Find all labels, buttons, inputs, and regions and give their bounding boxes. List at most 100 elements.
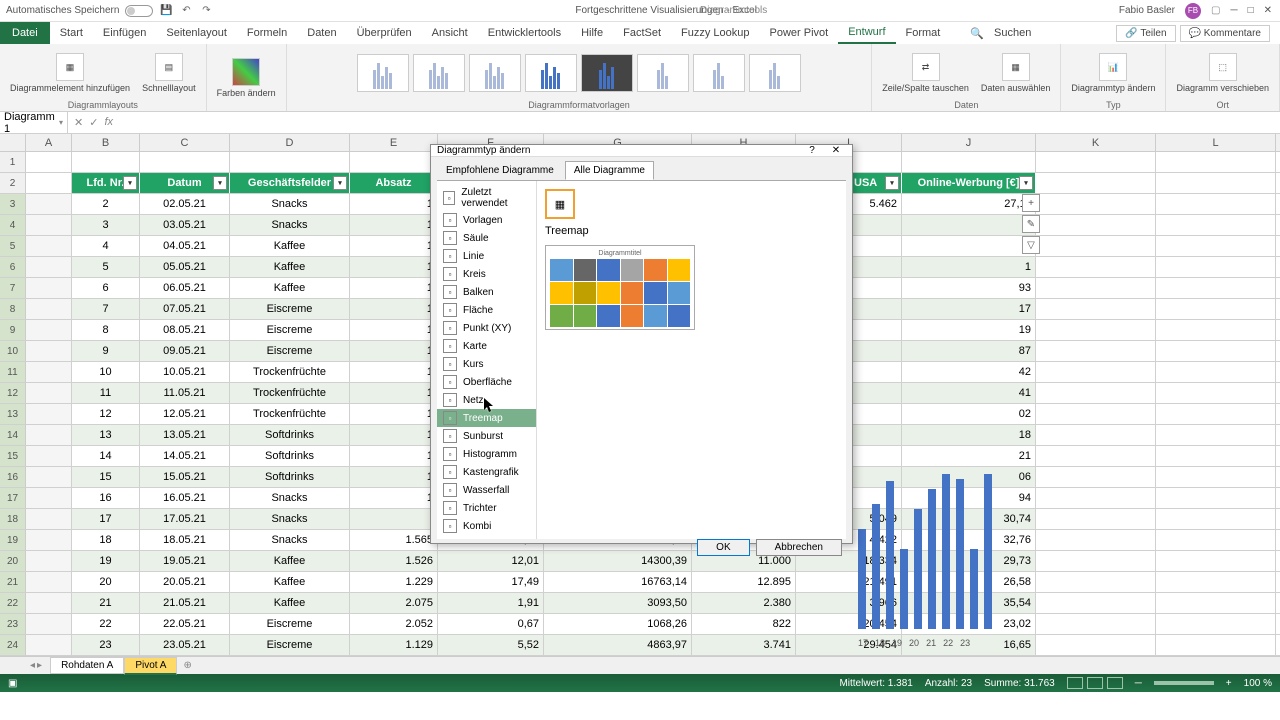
tab-fuzzy[interactable]: Fuzzy Lookup: [671, 23, 759, 43]
sheet-tab-rohdaten[interactable]: Rohdaten A: [50, 657, 124, 674]
tab-hilfe[interactable]: Hilfe: [571, 23, 613, 43]
select-all-corner[interactable]: [0, 134, 26, 151]
tab-formeln[interactable]: Formeln: [237, 23, 297, 43]
add-sheet-icon[interactable]: ⊕: [177, 660, 197, 671]
zoom-level[interactable]: 100 %: [1244, 678, 1272, 689]
chart-type-item[interactable]: ▫Vorlagen: [437, 211, 536, 229]
chart-style-8[interactable]: [749, 54, 801, 92]
col-header[interactable]: J: [902, 134, 1036, 151]
chart-filter-button[interactable]: ▽: [1022, 236, 1040, 254]
chart-style-5[interactable]: [581, 54, 633, 92]
col-header[interactable]: C: [140, 134, 230, 151]
minimize-icon[interactable]: ─: [1230, 5, 1237, 16]
maximize-icon[interactable]: □: [1248, 5, 1254, 16]
zoom-out-icon[interactable]: ─: [1135, 678, 1142, 689]
change-colors-button[interactable]: Farben ändern: [213, 56, 280, 100]
chart-type-item[interactable]: ▫Kombi: [437, 517, 536, 535]
tab-entwicklertools[interactable]: Entwicklertools: [478, 23, 571, 43]
avatar[interactable]: FB: [1185, 3, 1201, 19]
record-macro-icon[interactable]: ▣: [8, 678, 17, 689]
chart-type-item[interactable]: ▫Säule: [437, 229, 536, 247]
undo-icon[interactable]: ↶: [179, 4, 193, 18]
file-tab[interactable]: Datei: [0, 22, 50, 44]
search-label[interactable]: Suchen: [984, 23, 1041, 43]
chart-styles-button[interactable]: ✎: [1022, 215, 1040, 233]
ok-button[interactable]: OK: [697, 539, 749, 556]
change-chart-type-button[interactable]: 📊Diagrammtyp ändern: [1067, 51, 1159, 95]
col-header[interactable]: E: [350, 134, 438, 151]
chart-type-item[interactable]: ▫Kastengrafik: [437, 463, 536, 481]
fx-icon[interactable]: fx: [104, 116, 113, 129]
tab-factset[interactable]: FactSet: [613, 23, 671, 43]
name-box[interactable]: Diagramm 1▾: [0, 111, 68, 135]
tab-ueberpruefen[interactable]: Überprüfen: [347, 23, 422, 43]
chart-style-7[interactable]: [693, 54, 745, 92]
tab-daten[interactable]: Daten: [297, 23, 346, 43]
chart-type-item[interactable]: ▫Karte: [437, 337, 536, 355]
cancel-button[interactable]: Abbrechen: [756, 539, 842, 556]
switch-row-col-button[interactable]: ⇄Zeile/Spalte tauschen: [878, 51, 973, 95]
tab-entwurf[interactable]: Entwurf: [838, 22, 895, 44]
chart-type-item[interactable]: ▫Netz: [437, 391, 536, 409]
autosave-toggle[interactable]: [125, 5, 153, 17]
select-data-button[interactable]: ▦Daten auswählen: [977, 51, 1055, 95]
ribbon-options-icon[interactable]: ▢: [1211, 5, 1220, 16]
chart-subtype-treemap[interactable]: ▦: [545, 189, 575, 219]
zoom-slider[interactable]: [1154, 681, 1214, 685]
redo-icon[interactable]: ↷: [199, 4, 213, 18]
sheet-nav-next-icon[interactable]: ▸: [37, 660, 42, 671]
tab-powerpivot[interactable]: Power Pivot: [760, 23, 839, 43]
col-header[interactable]: K: [1036, 134, 1156, 151]
chart-type-item[interactable]: ▫Balken: [437, 283, 536, 301]
chart-elements-button[interactable]: +: [1022, 194, 1040, 212]
move-chart-button[interactable]: ⬚Diagramm verschieben: [1172, 51, 1273, 95]
col-header[interactable]: D: [230, 134, 350, 151]
chart-type-list: ▫Zuletzt verwendet▫Vorlagen▫Säule▫Linie▫…: [437, 181, 537, 539]
close-icon[interactable]: ✕: [1264, 5, 1272, 16]
chart-type-item[interactable]: ▫Sunburst: [437, 427, 536, 445]
dialog-close-icon[interactable]: ✕: [826, 145, 846, 156]
add-chart-element-button[interactable]: ▦Diagrammelement hinzufügen: [6, 51, 134, 95]
chart-type-item[interactable]: ▫Oberfläche: [437, 373, 536, 391]
chart-type-item[interactable]: ▫Fläche: [437, 301, 536, 319]
chart-style-6[interactable]: [637, 54, 689, 92]
chart-style-2[interactable]: [413, 54, 465, 92]
chart-type-item[interactable]: ▫Kurs: [437, 355, 536, 373]
chart-type-item[interactable]: ▫Wasserfall: [437, 481, 536, 499]
chart-type-item[interactable]: ▫Linie: [437, 247, 536, 265]
chart-style-3[interactable]: [469, 54, 521, 92]
chart-type-item[interactable]: ▫Histogramm: [437, 445, 536, 463]
view-normal-icon[interactable]: [1067, 677, 1083, 689]
view-layout-icon[interactable]: [1087, 677, 1103, 689]
col-header[interactable]: B: [72, 134, 140, 151]
view-break-icon[interactable]: [1107, 677, 1123, 689]
zoom-in-icon[interactable]: +: [1226, 678, 1232, 689]
cancel-formula-icon[interactable]: ✕: [74, 116, 83, 129]
chart-type-item[interactable]: ▫Zuletzt verwendet: [437, 185, 536, 211]
chart-style-4[interactable]: [525, 54, 577, 92]
tab-seitenlayout[interactable]: Seitenlayout: [156, 23, 237, 43]
dialog-tab-all[interactable]: Alle Diagramme: [565, 161, 654, 180]
sheet-nav-prev-icon[interactable]: ◂: [30, 660, 35, 671]
quick-layout-button[interactable]: ▤Schnelllayout: [138, 51, 200, 95]
col-header[interactable]: A: [26, 134, 72, 151]
dialog-tab-recommended[interactable]: Empfohlene Diagramme: [437, 161, 563, 180]
tab-ansicht[interactable]: Ansicht: [422, 23, 478, 43]
comments-button[interactable]: 💬 Kommentare: [1180, 25, 1270, 42]
save-icon[interactable]: 💾: [159, 4, 173, 18]
dialog-help-icon[interactable]: ?: [802, 145, 822, 156]
accept-formula-icon[interactable]: ✓: [89, 116, 98, 129]
tab-einfuegen[interactable]: Einfügen: [93, 23, 156, 43]
chart-type-item[interactable]: ▫Kreis: [437, 265, 536, 283]
formula-bar: Diagramm 1▾ ✕ ✓ fx: [0, 112, 1280, 134]
tab-start[interactable]: Start: [50, 23, 93, 43]
share-button[interactable]: 🔗 Teilen: [1116, 25, 1175, 42]
sheet-tab-pivot[interactable]: Pivot A: [124, 657, 177, 675]
treemap-preview[interactable]: Diagrammtitel: [545, 245, 695, 330]
chart-type-item[interactable]: ▫Punkt (XY): [437, 319, 536, 337]
col-header[interactable]: L: [1156, 134, 1276, 151]
chart-style-1[interactable]: [357, 54, 409, 92]
chart-type-item[interactable]: ▫Treemap: [437, 409, 536, 427]
tab-format[interactable]: Format: [896, 23, 951, 43]
chart-type-item[interactable]: ▫Trichter: [437, 499, 536, 517]
